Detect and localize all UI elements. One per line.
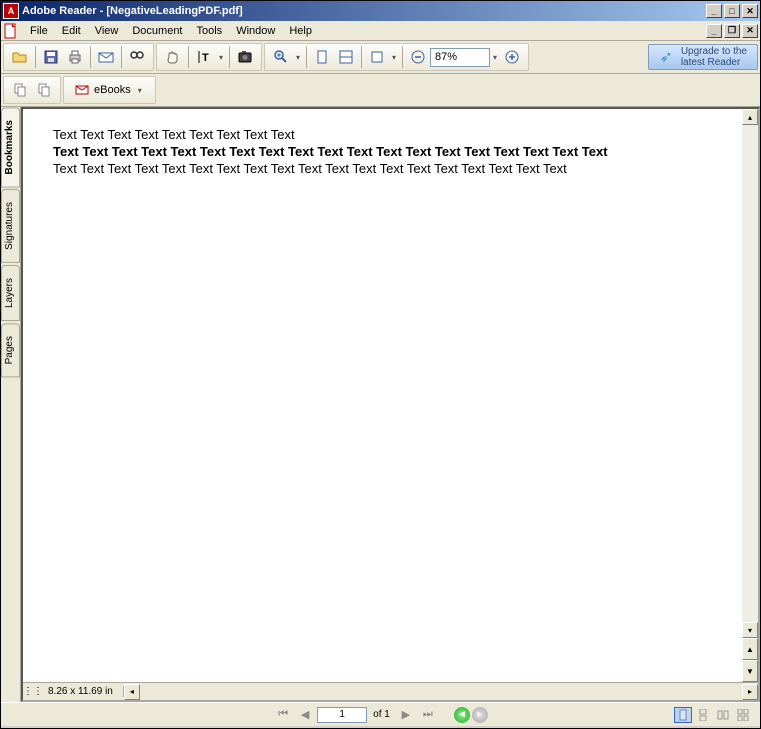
vertical-scrollbar[interactable]: ▴ ▾ ▲ ▼	[742, 109, 758, 682]
prev-page-button[interactable]: ◀	[295, 706, 315, 724]
content-area: Bookmarks Signatures Layers Pages Text T…	[1, 107, 760, 702]
doc-line-2: Text Text Text Text Text Text Text Text …	[53, 144, 712, 161]
scroll-track[interactable]	[742, 125, 758, 622]
doc-line-1: Text Text Text Text Text Text Text Text …	[53, 127, 712, 144]
status-bar: ⋮⋮ 8.26 x 11.69 in ◂ ▸	[23, 682, 758, 700]
rotate-button[interactable]	[365, 45, 389, 69]
nav-forward-button[interactable]: ►	[472, 707, 488, 723]
zoom-level-dropdown[interactable]: ▾	[490, 53, 500, 62]
menu-help[interactable]: Help	[282, 23, 319, 39]
continuous-facing-view-button[interactable]	[734, 707, 752, 723]
menu-document[interactable]: Document	[125, 23, 189, 39]
upgrade-text-2: latest Reader	[681, 57, 747, 68]
zoom-in2-button[interactable]	[500, 45, 524, 69]
ebooks-icon	[74, 82, 90, 98]
ebooks-dropdown[interactable]: ▾	[135, 86, 145, 95]
facing-view-button[interactable]	[714, 707, 732, 723]
page-count-label: of 1	[369, 709, 394, 720]
doc-minimize-button[interactable]: _	[706, 24, 722, 38]
text-select-button[interactable]: T	[192, 45, 216, 69]
document-viewport: Text Text Text Text Text Text Text Text …	[21, 107, 760, 702]
paste-button[interactable]	[32, 78, 56, 102]
window-controls: _ □ ✕	[704, 4, 758, 18]
page-nav-bar: ⏮ ◀ of 1 ▶ ⏭ ◄ ►	[1, 702, 760, 726]
horizontal-scrollbar[interactable]: ◂ ▸	[124, 684, 758, 700]
doc-line-3: Text Text Text Text Text Text Text Text …	[53, 161, 712, 178]
rotate-dropdown[interactable]: ▾	[389, 53, 399, 62]
menu-file[interactable]: File	[23, 23, 55, 39]
menu-window[interactable]: Window	[229, 23, 282, 39]
menu-tools[interactable]: Tools	[190, 23, 230, 39]
upgrade-button[interactable]: ➶ Upgrade to the latest Reader	[648, 44, 758, 70]
page-layout-buttons	[674, 707, 752, 723]
single-page-view-button[interactable]	[674, 707, 692, 723]
zoom-in-button[interactable]	[269, 45, 293, 69]
page-up-button[interactable]: ▲	[742, 638, 758, 660]
ebooks-label: eBooks	[94, 84, 131, 96]
snapshot-button[interactable]	[233, 45, 257, 69]
tab-signatures[interactable]: Signatures	[1, 189, 20, 263]
last-page-button[interactable]: ⏭	[418, 706, 438, 724]
tab-layers[interactable]: Layers	[1, 265, 20, 321]
document-scroll-area[interactable]: Text Text Text Text Text Text Text Text …	[23, 109, 742, 682]
page-dimensions: 8.26 x 11.69 in	[38, 686, 124, 697]
document-page: Text Text Text Text Text Text Text Text …	[23, 109, 742, 196]
app-icon: A	[3, 3, 19, 19]
upgrade-arrow-icon: ➶	[659, 47, 672, 67]
side-panel-tabs: Bookmarks Signatures Layers Pages	[1, 107, 21, 702]
hand-tool-button[interactable]	[161, 45, 185, 69]
doc-restore-button[interactable]: ❐	[724, 24, 740, 38]
copy-button[interactable]	[8, 78, 32, 102]
save-button[interactable]	[39, 45, 63, 69]
nav-back-button[interactable]: ◄	[454, 707, 470, 723]
text-select-dropdown[interactable]: ▾	[216, 53, 226, 62]
menu-view[interactable]: View	[88, 23, 126, 39]
first-page-button[interactable]: ⏮	[273, 706, 293, 724]
doc-close-button[interactable]: ✕	[742, 24, 758, 38]
svg-text:T: T	[202, 52, 209, 64]
zoom-input[interactable]	[430, 48, 490, 67]
continuous-view-button[interactable]	[694, 707, 712, 723]
scroll-left-button[interactable]: ◂	[124, 684, 140, 700]
next-page-button[interactable]: ▶	[396, 706, 416, 724]
title-bar: A Adobe Reader - [NegativeLeadingPDF.pdf…	[1, 1, 760, 21]
email-button[interactable]	[94, 45, 118, 69]
search-button[interactable]	[125, 45, 149, 69]
tab-pages[interactable]: Pages	[1, 323, 20, 377]
menu-bar: File Edit View Document Tools Window Hel…	[1, 21, 760, 41]
scroll-right-button[interactable]: ▸	[742, 684, 758, 700]
doc-icon	[3, 23, 19, 39]
scroll-down-button[interactable]: ▾	[742, 622, 758, 638]
fit-width-button[interactable]	[334, 45, 358, 69]
ebooks-button[interactable]: eBooks ▾	[68, 78, 151, 102]
minimize-button[interactable]: _	[706, 4, 722, 18]
toolbar-main: T ▾ ▾ ▾ ▾ ➶ Upgrade to the latest Reader	[1, 41, 760, 74]
page-down-button[interactable]: ▼	[742, 660, 758, 682]
open-button[interactable]	[8, 45, 32, 69]
menu-edit[interactable]: Edit	[55, 23, 88, 39]
toolbar-secondary: eBooks ▾	[1, 74, 760, 107]
page-number-input[interactable]	[317, 707, 367, 723]
print-button[interactable]	[63, 45, 87, 69]
close-button[interactable]: ✕	[742, 4, 758, 18]
upgrade-text-1: Upgrade to the	[681, 46, 747, 57]
zoom-dropdown[interactable]: ▾	[293, 53, 303, 62]
scroll-up-button[interactable]: ▴	[742, 109, 758, 125]
window-title: Adobe Reader - [NegativeLeadingPDF.pdf]	[22, 5, 704, 17]
fit-page-button[interactable]	[310, 45, 334, 69]
zoom-out-button[interactable]	[406, 45, 430, 69]
maximize-button[interactable]: □	[724, 4, 740, 18]
tab-bookmarks[interactable]: Bookmarks	[1, 107, 20, 187]
resize-grip-icon[interactable]: ⋮⋮	[23, 686, 38, 697]
